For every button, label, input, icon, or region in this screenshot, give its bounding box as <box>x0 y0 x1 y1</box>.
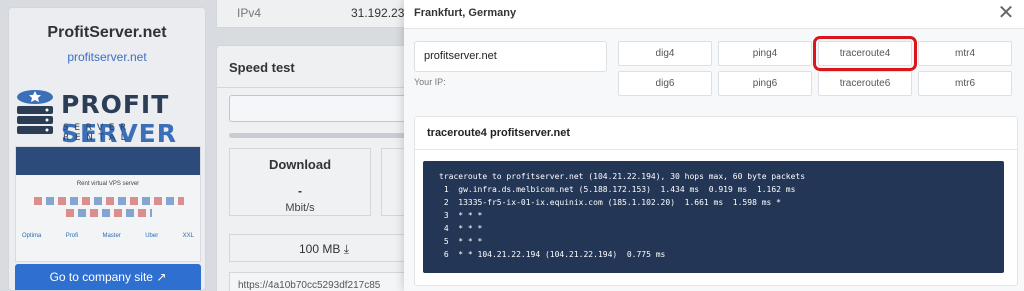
speed-test-input[interactable] <box>229 95 419 122</box>
preview-header <box>16 147 200 175</box>
download-title: Download <box>268 157 332 172</box>
dialog-body: profitserver.net Your IP: dig4 ping4 tra… <box>404 29 1024 291</box>
download-size-button[interactable]: 100 MB ⤓ <box>229 234 419 262</box>
divider <box>217 87 415 88</box>
terminal-line: 5 * * * <box>439 237 483 246</box>
ping4-button[interactable]: ping4 <box>718 41 812 66</box>
result-title: traceroute4 profitserver.net <box>427 127 571 139</box>
divider <box>415 149 1017 150</box>
terminal-output: traceroute to profitserver.net (104.21.2… <box>423 161 1004 273</box>
speed-test-title: Speed test <box>229 60 295 75</box>
speed-test-card: Speed test Download - Mbit/s 100 MB ⤓ ht… <box>216 45 421 291</box>
terminal-line: 1 gw.infra.ds.melbicom.net (5.188.172.15… <box>439 185 796 194</box>
company-logo: PROFIT SERVER SERVER RENTAL <box>15 86 205 148</box>
mtr6-button[interactable]: mtr6 <box>918 71 1012 96</box>
close-icon[interactable]: ✕ <box>996 3 1016 23</box>
ipv4-label: IPv4 <box>237 6 262 20</box>
preview-plan: Profi <box>65 233 79 239</box>
preview-heading: Rent virtual VPS server <box>76 181 140 187</box>
logo-subtitle: SERVER RENTAL <box>63 123 132 143</box>
ipv4-row: IPv4 31.192.237.3 <box>216 0 421 28</box>
company-link[interactable]: profitserver.net <box>9 50 205 64</box>
logo-title-a: PROFIT <box>61 90 170 119</box>
preview-flags-row2 <box>66 209 152 217</box>
company-card: ProfitServer.net profitserver.net PROFIT… <box>8 7 206 291</box>
terminal-line: 2 13335-fr5-ix-01-ix.equinix.com (185.1.… <box>439 198 781 207</box>
preview-plan: Uber <box>145 233 159 239</box>
speed-progress-bar <box>229 133 419 138</box>
company-button-label: Go to company site <box>49 270 153 284</box>
preview-plan: XXL <box>182 233 194 239</box>
download-value: - <box>298 184 302 198</box>
terminal-line: 4 * * * <box>439 224 483 233</box>
server-stack-icon <box>17 90 53 134</box>
dig6-button[interactable]: dig6 <box>618 71 712 96</box>
terminal-line: 6 * * 104.21.22.194 (104.21.22.194) 0.77… <box>439 250 666 259</box>
your-ip-label: Your IP: <box>414 77 446 87</box>
preview-plans: Optima Profi Master Uber XXL <box>22 233 194 239</box>
external-link-icon: ↗ <box>156 270 167 284</box>
go-to-company-site-button[interactable]: Go to company site ↗ <box>15 264 201 290</box>
host-input[interactable]: profitserver.net <box>414 41 607 72</box>
mtr4-button[interactable]: mtr4 <box>918 41 1012 66</box>
test-url-field[interactable]: https://4a10b70cc5293df217c85 <box>229 272 419 291</box>
download-unit: Mbit/s <box>285 202 315 214</box>
dig4-button[interactable]: dig4 <box>618 41 712 66</box>
terminal-line: 3 * * * <box>439 211 483 220</box>
download-panel: Download - Mbit/s <box>229 148 371 216</box>
terminal-line: traceroute to profitserver.net (104.21.2… <box>439 172 806 181</box>
preview-plan: Master <box>102 233 121 239</box>
traceroute4-button[interactable]: traceroute4 <box>813 36 917 71</box>
result-card: traceroute4 profitserver.net traceroute … <box>414 116 1018 286</box>
preview-plan: Optima <box>22 233 42 239</box>
dialog-title: Frankfurt, Germany <box>414 7 517 19</box>
traceroute6-button[interactable]: traceroute6 <box>818 71 912 96</box>
preview-flags <box>34 197 184 205</box>
site-preview-image: Rent virtual VPS server Optima Profi Mas… <box>15 146 201 262</box>
looking-glass-dialog: Frankfurt, Germany ✕ profitserver.net Yo… <box>404 0 1024 291</box>
download-icon: ⤓ <box>343 242 349 256</box>
company-name: ProfitServer.net <box>47 24 167 41</box>
size-label: 100 MB <box>298 242 341 256</box>
ping6-button[interactable]: ping6 <box>718 71 812 96</box>
